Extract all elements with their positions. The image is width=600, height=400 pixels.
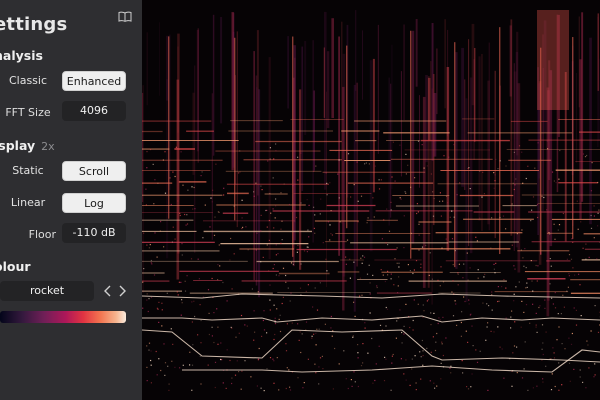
scale-log-button[interactable]: Log	[62, 193, 126, 213]
colormap-gradient-bar	[0, 311, 126, 323]
motion-scroll-button[interactable]: Scroll	[62, 161, 126, 181]
motion-static-button[interactable]: Static	[0, 161, 56, 181]
settings-panel: ettings nalysis Classic Enhanced FFT Siz…	[0, 0, 142, 400]
analysis-heading: nalysis	[0, 48, 43, 63]
floor-label: Floor	[28, 228, 56, 241]
chevron-right-icon[interactable]	[116, 283, 128, 299]
display-heading: isplay2x	[0, 138, 55, 153]
mode-enhanced-button[interactable]: Enhanced	[62, 71, 126, 91]
chevron-left-icon[interactable]	[102, 283, 114, 299]
floor-field[interactable]: -110 dB	[62, 223, 126, 243]
colour-heading: olour	[0, 259, 31, 274]
fft-size-label: FFT Size	[5, 106, 51, 119]
scale-linear-button[interactable]: Linear	[0, 193, 56, 213]
scale-badge: 2x	[41, 140, 55, 153]
mode-classic-button[interactable]: Classic	[0, 71, 56, 91]
spectrogram-app: ettings nalysis Classic Enhanced FFT Siz…	[0, 0, 600, 400]
spectrogram-view	[142, 0, 600, 400]
fft-size-field[interactable]: 4096	[62, 101, 126, 121]
book-icon[interactable]	[118, 11, 132, 22]
colormap-field[interactable]: rocket	[0, 281, 94, 301]
settings-title: ettings	[0, 14, 68, 35]
